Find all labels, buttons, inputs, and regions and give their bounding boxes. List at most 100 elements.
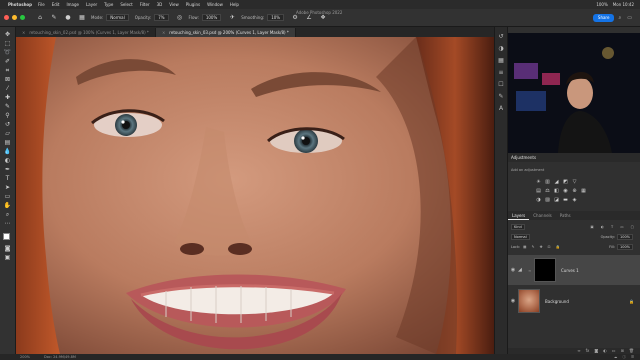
new-layer-icon[interactable]: ⊞: [621, 348, 624, 354]
menu-3d[interactable]: 3D: [157, 2, 163, 7]
add-mask-icon[interactable]: ◙: [594, 348, 598, 354]
color-panel-icon[interactable]: ◑: [498, 45, 503, 52]
rectangle-tool-icon[interactable]: ▭: [3, 192, 13, 201]
menu-help[interactable]: Help: [230, 2, 239, 7]
color-swatches[interactable]: [2, 232, 14, 244]
screen-mode-icon[interactable]: ▣: [3, 253, 13, 262]
gradient-map-icon[interactable]: ▬: [561, 195, 570, 204]
document-info[interactable]: Doc: 24.9M/49.8M: [44, 355, 76, 359]
properties-panel-icon[interactable]: ≡: [498, 69, 503, 76]
filter-icons[interactable]: ▣ ◐ T ▭ ▢: [590, 225, 637, 229]
cloud-icon[interactable]: ☁: [614, 355, 618, 360]
brush-tool-icon[interactable]: ✎: [49, 13, 59, 23]
frame-tool-icon[interactable]: ⊠: [3, 75, 13, 84]
invert-icon[interactable]: ◑: [534, 195, 543, 204]
pen-tool-icon[interactable]: ✒: [3, 165, 13, 174]
menu-view[interactable]: View: [169, 2, 179, 7]
crop-tool-icon[interactable]: ⌗: [3, 66, 13, 75]
vibrance-icon[interactable]: ▽: [570, 177, 579, 186]
minimize-window-button[interactable]: [12, 15, 17, 20]
workspace-icon[interactable]: ▭: [627, 15, 632, 21]
brush-tool-icon[interactable]: ✎: [3, 102, 13, 111]
menu-edit[interactable]: Edit: [52, 2, 60, 7]
channel-mixer-icon[interactable]: ⊕: [570, 186, 579, 195]
close-tab-icon[interactable]: ×: [162, 30, 165, 35]
threshold-icon[interactable]: ◪: [552, 195, 561, 204]
blur-tool-icon[interactable]: 💧: [3, 147, 13, 156]
tab-channels[interactable]: Channels: [529, 211, 556, 220]
menu-layer[interactable]: Layer: [86, 2, 97, 7]
tab-retouching-skin-03[interactable]: × retouching_skin_03.psd @ 200% (Curves …: [155, 28, 296, 37]
adjustments-panel-header[interactable]: Adjustments: [508, 153, 640, 162]
brush-panel-icon[interactable]: ✎: [498, 93, 503, 100]
home-icon[interactable]: ⌂: [35, 13, 45, 23]
brush-settings-icon[interactable]: ▦: [77, 13, 87, 23]
search-icon[interactable]: ⌕: [618, 15, 621, 21]
quick-select-tool-icon[interactable]: ✐: [3, 57, 13, 66]
new-group-icon[interactable]: ▭: [612, 348, 616, 354]
menu-image[interactable]: Image: [66, 2, 79, 7]
visibility-eye-icon[interactable]: ◉: [508, 298, 518, 304]
share-button[interactable]: Share: [592, 13, 615, 22]
zoom-window-button[interactable]: [20, 15, 25, 20]
brightness-icon[interactable]: ☀: [534, 177, 543, 186]
opacity-field[interactable]: 7%: [154, 14, 169, 21]
zoom-tool-icon[interactable]: ⌕: [3, 210, 13, 219]
healing-brush-tool-icon[interactable]: ✚: [3, 93, 13, 102]
eraser-tool-icon[interactable]: ▱: [3, 129, 13, 138]
selective-color-icon[interactable]: ◈: [570, 195, 579, 204]
menu-file[interactable]: File: [38, 2, 45, 7]
mode-select[interactable]: Normal: [106, 14, 129, 21]
hand-tool-icon[interactable]: ✋: [3, 201, 13, 210]
quick-mask-icon[interactable]: ◙: [3, 244, 13, 253]
posterize-icon[interactable]: ▨: [543, 195, 552, 204]
menu-filter[interactable]: Filter: [140, 2, 150, 7]
blend-mode-select[interactable]: Normal: [511, 234, 530, 240]
type-tool-icon[interactable]: T: [3, 174, 13, 183]
layer-name[interactable]: Background: [545, 299, 569, 304]
close-tab-icon[interactable]: ×: [22, 30, 25, 35]
character-panel-icon[interactable]: A: [499, 105, 503, 112]
menu-window[interactable]: Window: [207, 2, 223, 7]
move-tool-icon[interactable]: ✥: [3, 30, 13, 39]
layer-fill-field[interactable]: 100%: [616, 244, 633, 250]
pressure-opacity-icon[interactable]: ◎: [175, 13, 185, 23]
color-lookup-icon[interactable]: ▦: [579, 186, 588, 195]
history-panel-icon[interactable]: ↺: [498, 33, 503, 40]
close-window-button[interactable]: [4, 15, 9, 20]
photo-filter-icon[interactable]: ◉: [561, 186, 570, 195]
visibility-eye-icon[interactable]: ◉: [508, 267, 518, 273]
smoothing-field[interactable]: 10%: [267, 14, 285, 21]
dodge-tool-icon[interactable]: ◐: [3, 156, 13, 165]
hue-saturation-icon[interactable]: ▤: [534, 186, 543, 195]
clone-stamp-tool-icon[interactable]: ⚲: [3, 111, 13, 120]
path-selection-tool-icon[interactable]: ➤: [3, 183, 13, 192]
curves-icon[interactable]: ◢: [552, 177, 561, 186]
layer-row-curves[interactable]: ◉ ◢ ∞ Curves 1: [508, 255, 640, 285]
layer-row-background[interactable]: ◉ Background 🔒: [508, 286, 640, 316]
flow-field[interactable]: 100%: [201, 14, 222, 21]
menu-type[interactable]: Type: [104, 2, 113, 7]
document-canvas[interactable]: [16, 37, 494, 354]
swatches-panel-icon[interactable]: ▦: [498, 57, 504, 64]
zoom-level[interactable]: 200%: [20, 355, 30, 359]
black-white-icon[interactable]: ◧: [552, 186, 561, 195]
foreground-color-swatch[interactable]: [2, 233, 10, 240]
menu-plugins[interactable]: Plugins: [186, 2, 200, 7]
layer-style-icon[interactable]: fx: [586, 348, 590, 354]
gradient-tool-icon[interactable]: ▤: [3, 138, 13, 147]
new-adjustment-icon[interactable]: ◐: [603, 348, 607, 354]
tab-paths[interactable]: Paths: [556, 211, 575, 220]
layer-mask-thumbnail[interactable]: [534, 258, 556, 282]
brush-size-icon[interactable]: ●: [63, 13, 73, 23]
history-brush-tool-icon[interactable]: ↺: [3, 120, 13, 129]
delete-layer-icon[interactable]: 🗑: [629, 348, 634, 354]
tab-layers[interactable]: Layers: [508, 211, 530, 220]
link-layers-icon[interactable]: ∞: [577, 348, 580, 354]
lock-icons[interactable]: ▦ ✎ ✥ ⊡ 🔒: [523, 245, 562, 249]
eyedropper-tool-icon[interactable]: ⁄: [3, 84, 13, 93]
panel-menu-icon[interactable]: ☰: [631, 355, 634, 360]
layer-name[interactable]: Curves 1: [561, 268, 579, 273]
more-tools-icon[interactable]: ⋯: [3, 219, 13, 228]
marquee-tool-icon[interactable]: ⬚: [3, 39, 13, 48]
